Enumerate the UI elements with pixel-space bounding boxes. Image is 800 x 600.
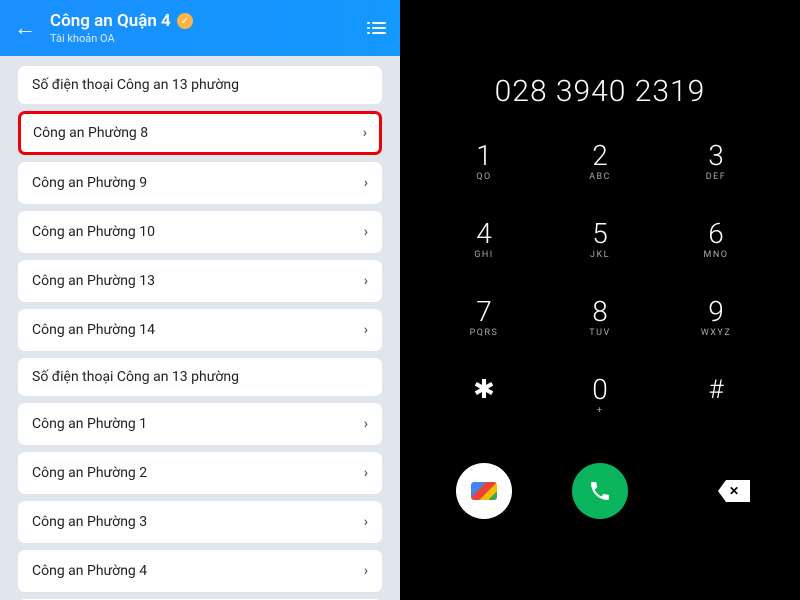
chevron-right-icon: › xyxy=(364,273,368,289)
list-item[interactable]: Công an Phường 3 › xyxy=(18,501,382,543)
dial-key-digit: # xyxy=(672,375,760,405)
dial-key-2[interactable]: 2ABC xyxy=(556,141,644,203)
chat-title: Công an Quận 4 xyxy=(50,11,171,31)
dial-key-0[interactable]: 0+ xyxy=(556,375,644,437)
list-item-label: Công an Phường 14 xyxy=(32,322,155,338)
header-title-block: Công an Quận 4 ✓ Tài khoản OA xyxy=(50,11,372,45)
dial-pad: 1QO2ABC3DEF4GHI5JKL6MNO7PQRS8TUV9WXYZ✱0+… xyxy=(440,141,760,437)
chat-subtitle: Tài khoản OA xyxy=(50,32,372,45)
chevron-right-icon: › xyxy=(363,125,367,141)
dial-key-letters: WXYZ xyxy=(672,328,760,338)
list-item[interactable]: Công an Phường 9 › xyxy=(18,162,382,204)
dial-key-3[interactable]: 3DEF xyxy=(672,141,760,203)
dial-key-digit: 5 xyxy=(556,219,644,249)
list-item[interactable]: Công an Phường 10 › xyxy=(18,211,382,253)
group-header: Số điện thoại Công an 13 phường xyxy=(18,358,382,396)
chat-scroll[interactable]: Số điện thoại Công an 13 phường Công an P… xyxy=(0,56,400,600)
backspace-button[interactable]: ✕ xyxy=(672,480,760,502)
dialed-number: 028 3940 2319 xyxy=(495,74,706,109)
dial-key-5[interactable]: 5JKL xyxy=(556,219,644,281)
dial-key-digit: 7 xyxy=(440,297,528,327)
list-item[interactable]: Công an Phường 4 › xyxy=(18,550,382,592)
dial-key-digit: 9 xyxy=(672,297,760,327)
dial-key-letters: + xyxy=(556,406,644,416)
dial-key-digit: 6 xyxy=(672,219,760,249)
dial-key-✱[interactable]: ✱ xyxy=(440,375,528,437)
verified-badge-icon: ✓ xyxy=(177,13,193,29)
chevron-right-icon: › xyxy=(364,416,368,432)
dial-key-9[interactable]: 9WXYZ xyxy=(672,297,760,359)
list-item-label: Công an Phường 2 xyxy=(32,465,147,481)
list-item-label: Công an Phường 13 xyxy=(32,273,155,289)
list-item[interactable]: Công an Phường 13 › xyxy=(18,260,382,302)
list-item-label: Công an Phường 4 xyxy=(32,563,147,579)
dial-key-letters: JKL xyxy=(556,250,644,260)
chat-panel: ← Công an Quận 4 ✓ Tài khoản OA Số điện … xyxy=(0,0,400,600)
dial-key-4[interactable]: 4GHI xyxy=(440,219,528,281)
list-item[interactable]: Công an Phường 1 › xyxy=(18,403,382,445)
dial-key-letters: GHI xyxy=(440,250,528,260)
dial-key-letters: MNO xyxy=(672,250,760,260)
dial-key-digit: 2 xyxy=(556,141,644,171)
dial-key-digit: ✱ xyxy=(440,375,528,405)
dial-key-digit: 1 xyxy=(440,141,528,171)
dial-key-letters: ABC xyxy=(556,172,644,182)
dial-key-letters: QO xyxy=(440,172,528,182)
video-camera-icon xyxy=(471,482,497,500)
dial-key-digit: 4 xyxy=(440,219,528,249)
chevron-right-icon: › xyxy=(364,224,368,240)
list-item-label: Công an Phường 9 xyxy=(32,175,147,191)
backspace-icon: ✕ xyxy=(718,480,750,502)
dial-key-7[interactable]: 7PQRS xyxy=(440,297,528,359)
chat-header: ← Công an Quận 4 ✓ Tài khoản OA xyxy=(0,0,400,56)
list-item-label: Công an Phường 3 xyxy=(32,514,147,530)
list-item[interactable]: Công an Phường 8 › xyxy=(18,111,382,155)
dial-key-letters: PQRS xyxy=(440,328,528,338)
list-item-label: Công an Phường 10 xyxy=(32,224,155,240)
list-item-label: Công an Phường 8 xyxy=(33,125,148,141)
back-button[interactable]: ← xyxy=(14,15,36,41)
list-item[interactable]: Công an Phường 2 › xyxy=(18,452,382,494)
list-item[interactable]: Công an Phường 14 › xyxy=(18,309,382,351)
dial-key-digit: 8 xyxy=(556,297,644,327)
dial-key-#[interactable]: # xyxy=(672,375,760,437)
video-call-button[interactable] xyxy=(456,463,512,519)
dial-key-digit: 0 xyxy=(556,375,644,405)
call-button[interactable] xyxy=(572,463,628,519)
chevron-right-icon: › xyxy=(364,175,368,191)
list-item-label: Công an Phường 1 xyxy=(32,416,147,432)
dialer-bottom-row: ✕ xyxy=(440,463,760,519)
menu-list-icon[interactable] xyxy=(372,22,386,34)
dial-key-6[interactable]: 6MNO xyxy=(672,219,760,281)
dial-key-8[interactable]: 8TUV xyxy=(556,297,644,359)
chevron-right-icon: › xyxy=(364,563,368,579)
dialer-panel: 028 3940 2319 1QO 2ABC 3DEF 4GHI 5JKL 6MNO 7PQ… xyxy=(400,0,800,600)
chevron-right-icon: › xyxy=(364,514,368,530)
chevron-right-icon: › xyxy=(364,322,368,338)
chevron-right-icon: › xyxy=(364,465,368,481)
dial-key-1[interactable]: 1QO xyxy=(440,141,528,203)
phone-icon xyxy=(588,479,612,503)
group-header: Số điện thoại Công an 13 phường xyxy=(18,66,382,104)
dial-key-letters: TUV xyxy=(556,328,644,338)
dial-key-letters: DEF xyxy=(672,172,760,182)
dial-key-digit: 3 xyxy=(672,141,760,171)
